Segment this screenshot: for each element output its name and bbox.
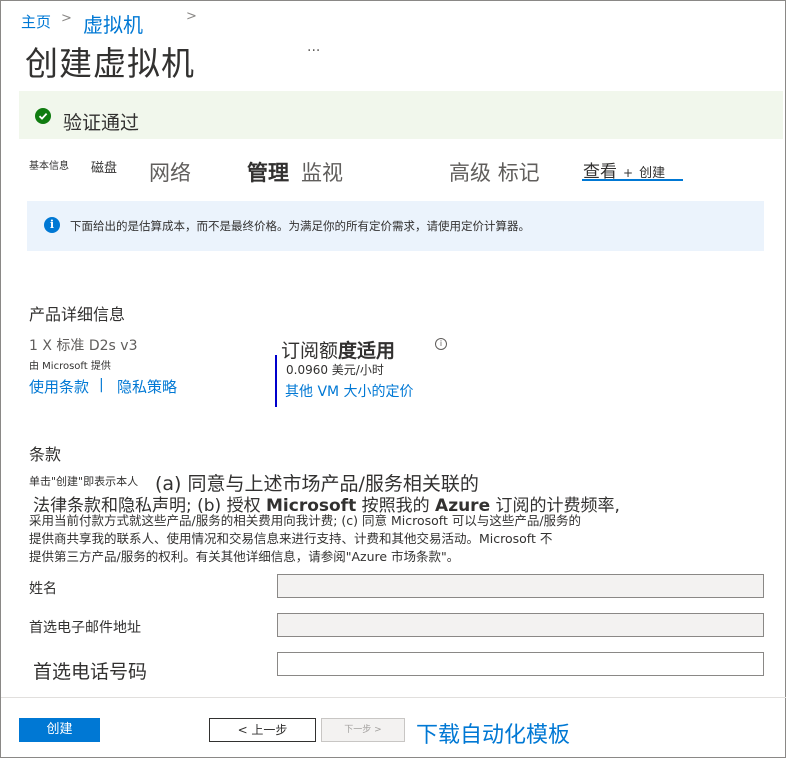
price-accent-bar (275, 355, 277, 407)
validation-text: 验证通过 (63, 112, 140, 134)
tab-management[interactable]: 管理 (247, 157, 289, 187)
subscription-credits-heading-part2: 度适用 (338, 340, 396, 362)
breadcrumb-separator: > (61, 11, 72, 26)
create-button[interactable]: 创建 (19, 718, 100, 742)
email-label: 首选电子邮件地址 (29, 620, 141, 636)
tab-networking[interactable]: 网络 (149, 157, 191, 187)
cost-info-text: 下面给出的是估算成本，而不是最终价格。为满足你的所有定价需求，请使用定价计算器。 (70, 219, 530, 233)
terms-intro: 单击"创建"即表示本人 (29, 475, 139, 488)
info-icon: i (44, 217, 60, 233)
cost-info-banner: i 下面给出的是估算成本，而不是最终价格。为满足你的所有定价需求，请使用定价计算… (27, 201, 764, 251)
footer-divider (1, 697, 786, 698)
tab-review-plus: + (623, 166, 634, 180)
tab-advanced[interactable]: 高级 标记 (449, 157, 540, 187)
privacy-policy-link[interactable]: 隐私策略 (117, 376, 177, 397)
breadcrumb-separator-trailing: > (186, 9, 197, 24)
subscription-credits-heading: 订阅额度适用 (281, 336, 395, 363)
link-divider: | (99, 377, 104, 393)
price-per-hour: 0.0960 美元/小时 (286, 363, 384, 377)
phone-field[interactable] (277, 652, 764, 676)
active-tab-indicator (582, 179, 683, 181)
tab-tags[interactable]: 标记 (498, 161, 540, 185)
breadcrumb-virtual-machines-link[interactable]: 虚拟机 (83, 9, 143, 38)
success-check-icon (35, 108, 51, 124)
next-button[interactable]: 下一步 > (321, 718, 405, 742)
previous-button[interactable]: < 上一步 (209, 718, 316, 742)
validation-banner: 验证通过 (19, 91, 783, 139)
terms-line-4: 提供商共享我的联系人、使用情况和交易信息来进行支持、计费和其他交易活动。Micr… (29, 531, 553, 546)
terms-heading: 条款 (29, 445, 62, 464)
terms-of-use-link[interactable]: 使用条款 (29, 376, 89, 397)
other-vm-sizes-pricing-link[interactable]: 其他 VM 大小的定价 (285, 381, 414, 401)
tab-advanced-label: 高级 (449, 161, 491, 185)
product-provider: 由 Microsoft 提供 (29, 361, 111, 372)
more-options-icon[interactable]: ... (307, 39, 320, 55)
pricing-info-icon[interactable]: i (435, 338, 447, 350)
tab-basics[interactable]: 基本信息 (29, 157, 69, 172)
window-frame: 主页 > 虚拟机 > 创建虚拟机 ... 验证通过 基本信息 磁盘 网络 管理 … (0, 0, 786, 758)
terms-line-5: 提供第三方产品/服务的权利。有关其他详细信息，请参阅"Azure 市场条款"。 (29, 549, 460, 564)
phone-label: 首选电话号码 (33, 661, 148, 683)
product-sku: 1 X 标准 D2s v3 (29, 338, 138, 354)
name-label: 姓名 (29, 581, 57, 597)
name-field[interactable] (277, 574, 764, 598)
email-field[interactable] (277, 613, 764, 637)
tab-monitoring[interactable]: 监视 (301, 157, 343, 187)
breadcrumb-home-link[interactable]: 主页 (21, 11, 51, 32)
terms-line-3: 采用当前付款方式就这些产品/服务的相关费用向我计费; (c) 同意 Micros… (29, 513, 582, 528)
tab-disks[interactable]: 磁盘 (91, 157, 117, 176)
download-template-link[interactable]: 下载自动化模板 (416, 717, 570, 749)
page-title: 创建虚拟机 (25, 44, 195, 83)
subscription-credits-heading-part1: 订阅额 (281, 340, 339, 362)
product-details-heading: 产品详细信息 (29, 305, 126, 324)
